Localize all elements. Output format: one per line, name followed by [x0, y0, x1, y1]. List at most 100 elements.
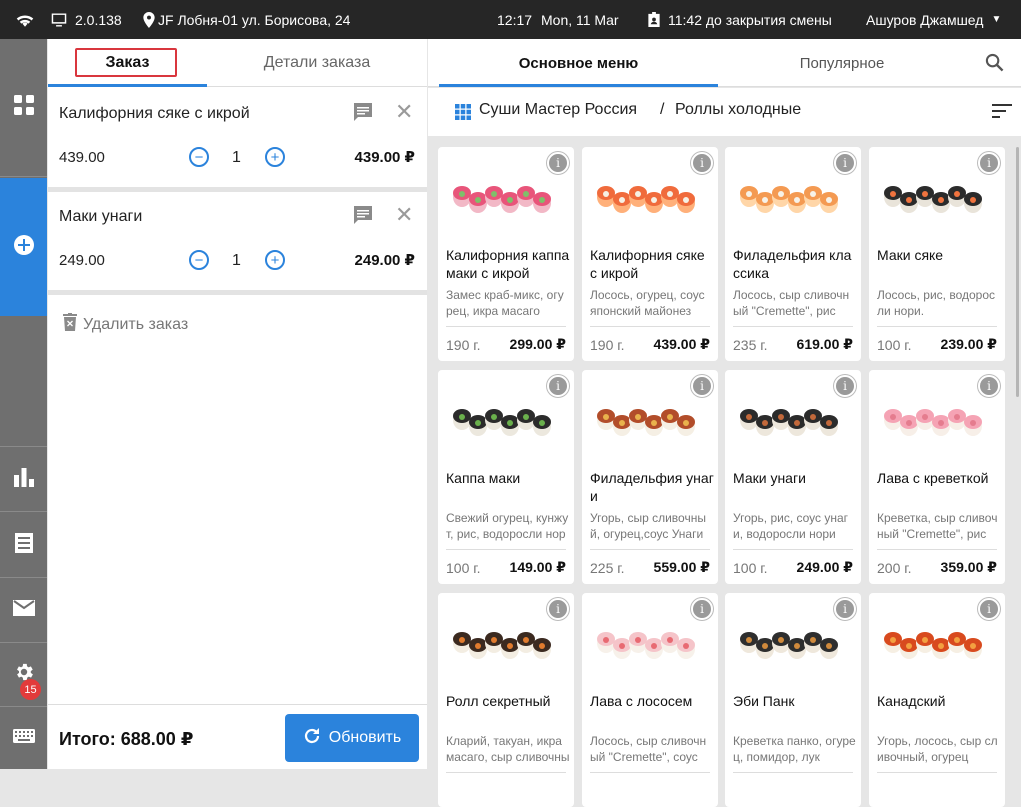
comment-icon[interactable]: [353, 102, 373, 127]
card-divider: [733, 772, 853, 773]
increase-qty-button[interactable]: +: [265, 147, 285, 167]
product-description: Угорь, сыр сливочный, огурец,соус Унаги: [590, 511, 706, 541]
order-item-name: Маки унаги: [59, 208, 143, 225]
product-card[interactable]: i Калифорния каппа маки с икрой Замес краб…: [438, 147, 574, 361]
receipt-icon: [14, 532, 34, 559]
card-divider: [446, 772, 566, 773]
breadcrumb-separator: /: [660, 101, 665, 118]
sidebar-keyboard-button[interactable]: [0, 707, 47, 769]
sidebar-new-order-button[interactable]: [0, 178, 47, 316]
decrease-qty-button[interactable]: −: [189, 147, 209, 167]
product-card[interactable]: i Филадельфия классика Лосось, сыр сливочн…: [725, 147, 861, 361]
product-card[interactable]: i Эби Панк Креветка панко, огурец, помидор…: [725, 593, 861, 807]
active-tab-indicator: [439, 84, 718, 87]
sidebar-reports-button[interactable]: [0, 447, 47, 512]
wifi-icon: [16, 0, 34, 39]
tab-popular[interactable]: Популярное: [718, 39, 966, 87]
info-icon[interactable]: i: [691, 152, 713, 174]
sidebar-messages-button[interactable]: [0, 578, 47, 643]
product-price: 239.00 ₽: [940, 336, 997, 352]
product-price: 439.00 ₽: [653, 336, 710, 352]
product-card[interactable]: i Ролл секретный Кларий, такуан, икра маса…: [438, 593, 574, 807]
sidebar-menu-button[interactable]: [0, 39, 47, 177]
clock-time: 12:17: [497, 11, 533, 28]
location-pin-icon: [143, 0, 155, 39]
product-card[interactable]: i Маки сяке Лосось, рис, водоросли нори. 10…: [869, 147, 1005, 361]
product-price: 559.00 ₽: [653, 559, 710, 575]
current-date: Mon, 11 Mar: [541, 11, 619, 28]
comment-icon[interactable]: [353, 205, 373, 230]
order-item-name: Калифорния сяке с икрой: [59, 105, 250, 122]
order-item[interactable]: Калифорния сяке с икрой ✕ 439.00 − 1 + 4…: [48, 89, 427, 188]
product-card[interactable]: i Канадский Угорь, лосось, сыр сливочный, …: [869, 593, 1005, 807]
order-item[interactable]: Маки унаги ✕ 249.00 − 1 + 249.00 ₽: [48, 192, 427, 291]
info-icon[interactable]: i: [547, 152, 569, 174]
sidebar-receipts-button[interactable]: [0, 513, 47, 578]
product-description: Кларий, такуан, икра масаго, сыр сливочн…: [446, 734, 570, 764]
delete-order-button[interactable]: Удалить заказ: [63, 313, 188, 336]
refresh-icon: [303, 727, 321, 750]
info-icon[interactable]: i: [834, 598, 856, 620]
divider: [48, 290, 427, 295]
info-icon[interactable]: i: [978, 375, 1000, 397]
user-menu[interactable]: Ашуров Джамшед ▼: [866, 0, 1001, 39]
status-bar: 2.0.138 JF Лобня-01 ул. Борисова, 24 12:…: [0, 0, 1021, 39]
card-divider: [590, 549, 710, 550]
order-item-price: 439.00: [59, 149, 105, 166]
info-icon[interactable]: i: [691, 375, 713, 397]
active-tab-indicator: [48, 84, 207, 87]
sort-icon[interactable]: [992, 104, 1012, 123]
tab-order-details-label: Детали заказа: [263, 54, 371, 71]
refresh-button[interactable]: Обновить: [285, 714, 419, 762]
decrease-qty-button[interactable]: −: [189, 250, 209, 270]
card-divider: [590, 326, 710, 327]
info-icon[interactable]: i: [834, 375, 856, 397]
product-price: 359.00 ₽: [940, 559, 997, 575]
close-icon[interactable]: ✕: [395, 204, 413, 226]
tab-main-menu[interactable]: Основное меню: [439, 39, 718, 87]
search-icon[interactable]: [985, 53, 1004, 77]
product-weight: 190 г.: [446, 337, 481, 353]
catalog-grid-icon[interactable]: [455, 104, 471, 125]
info-icon[interactable]: i: [834, 152, 856, 174]
card-divider: [446, 326, 566, 327]
product-card[interactable]: i Калифорния сяке с икрой Лосось, огурец, …: [582, 147, 718, 361]
order-item-total: 249.00 ₽: [354, 252, 415, 269]
product-card[interactable]: i Филадельфия унаги Угорь, сыр сливочный, …: [582, 370, 718, 584]
breadcrumb-root[interactable]: Суши Мастер Россия: [479, 101, 637, 119]
sidebar-settings-button[interactable]: 15: [0, 643, 47, 707]
product-card[interactable]: i Маки унаги Угорь, рис, соус унаги, водор…: [725, 370, 861, 584]
info-icon[interactable]: i: [978, 598, 1000, 620]
bar-chart-icon: [13, 467, 35, 492]
user-name: Ашуров Джамшед: [866, 11, 984, 28]
product-image: [592, 163, 708, 225]
menu-panel: Основное меню Популярное Суши Мастер Рос…: [428, 39, 1021, 807]
product-description: Лосось, рис, водоросли нори.: [877, 288, 995, 318]
product-title: Маки унаги: [733, 470, 806, 486]
tab-main-menu-label: Основное меню: [518, 54, 639, 72]
close-icon[interactable]: ✕: [395, 101, 413, 123]
product-image: [735, 609, 851, 671]
order-item-qty: 1: [232, 252, 241, 269]
tab-order-details[interactable]: Детали заказа: [207, 39, 427, 87]
info-icon[interactable]: i: [547, 598, 569, 620]
product-card[interactable]: i Лава с креветкой Креветка, сыр сливочный…: [869, 370, 1005, 584]
product-title: Канадский: [877, 693, 946, 709]
product-image: [735, 163, 851, 225]
breadcrumb: Суши Мастер Россия / Роллы холодные: [428, 88, 1021, 136]
tab-highlight-box: [75, 48, 177, 77]
increase-qty-button[interactable]: +: [265, 250, 285, 270]
tab-order[interactable]: Заказ: [48, 39, 207, 87]
product-card[interactable]: i Каппа маки Свежий огурец, кунжут, рис, в…: [438, 370, 574, 584]
info-icon[interactable]: i: [978, 152, 1000, 174]
scrollbar[interactable]: [1016, 147, 1019, 397]
info-icon[interactable]: i: [691, 598, 713, 620]
product-weight: 200 г.: [877, 560, 912, 576]
card-divider: [733, 326, 853, 327]
product-description: Свежий огурец, кунжут, рис, водоросли но…: [446, 511, 569, 541]
order-panel: Заказ Детали заказа Калифорния сяке с ик…: [48, 39, 427, 769]
info-icon[interactable]: i: [547, 375, 569, 397]
product-description: Лосось, огурец, соус японский майонез: [590, 288, 705, 318]
product-card[interactable]: i Лава с лососем Лосось, сыр сливочный "Cr…: [582, 593, 718, 807]
product-title: Калифорния каппа маки с икрой: [446, 247, 570, 281]
